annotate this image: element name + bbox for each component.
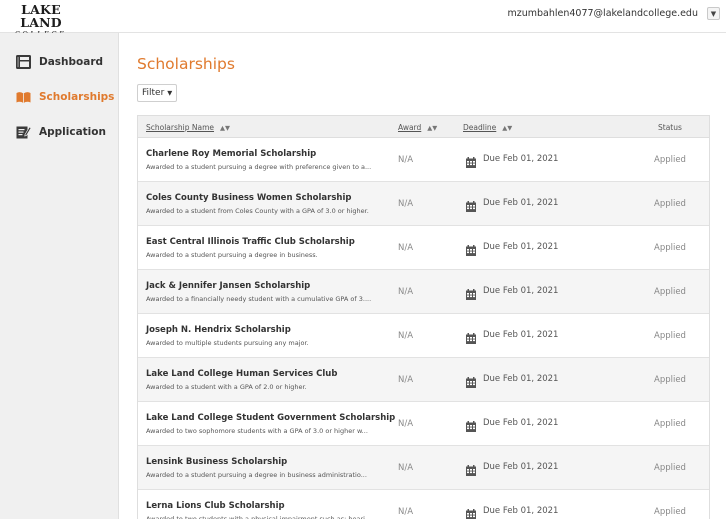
scholarship-name[interactable]: Lensink Business Scholarship [146,457,287,467]
deadline-value: Due Feb 01, 2021 [483,330,559,340]
open-book-icon [16,92,31,103]
scholarship-name[interactable]: Lerna Lions Club Scholarship [146,501,285,511]
calendar-icon [466,373,476,388]
column-header-name[interactable]: Scholarship Name ▲︎▼︎ [146,123,230,132]
column-label: Scholarship Name [146,123,215,132]
calendar-icon [466,153,476,168]
sidebar-item-dashboard[interactable]: Dashboard [0,45,119,79]
table-header: Scholarship Name ▲︎▼︎ Award ▲︎▼︎ Deadline ▲… [138,116,709,138]
caret-down-icon[interactable]: ▼ [707,7,720,20]
scholarship-description: Awarded to a student pursuing a degree w… [146,163,372,171]
deadline-value: Due Feb 01, 2021 [483,374,559,384]
edit-document-icon [16,126,31,139]
scholarship-description: Awarded to a student with a GPA of 2.0 o… [146,383,307,391]
status-value: Applied [654,243,686,253]
scholarship-description: Awarded to a student pursuing a degree i… [146,471,367,479]
table-row[interactable]: Lensink Business Scholarship Awarded to a… [138,446,709,490]
deadline-value: Due Feb 01, 2021 [483,286,559,296]
status-value: Applied [654,507,686,517]
award-value: N/A [398,243,414,253]
status-value: Applied [654,331,686,341]
column-label: Award [398,123,422,132]
college-logo[interactable]: LAKE LAND COLLEGE [10,2,72,38]
column-label: Deadline [463,123,497,132]
status-value: Applied [654,419,686,429]
table-row[interactable]: Charlene Roy Memorial Scholarship Awarded… [138,138,709,182]
calendar-icon [466,461,476,476]
sort-icon: ▲︎▼︎ [220,124,231,132]
calendar-icon [466,329,476,344]
deadline-value: Due Feb 01, 2021 [483,198,559,208]
sidebar: Dashboard Scholarships Application [0,33,119,519]
award-value: N/A [398,287,414,297]
filter-label: Filter [142,88,165,98]
status-value: Applied [654,287,686,297]
scholarships-table: Scholarship Name ▲︎▼︎ Award ▲︎▼︎ Deadline ▲… [137,115,710,519]
award-value: N/A [398,419,414,429]
scholarship-description: Awarded to a financially needy student w… [146,295,372,303]
column-header-status: Status [658,123,682,132]
award-value: N/A [398,507,414,517]
table-row[interactable]: Joseph N. Hendrix Scholarship Awarded to … [138,314,709,358]
sidebar-item-label: Application [39,126,106,138]
scholarship-description: Awarded to a student pursuing a degree i… [146,251,318,259]
top-header: LAKE LAND COLLEGE mzumbahlen4077@lakelan… [0,0,726,38]
calendar-icon [466,285,476,300]
status-value: Applied [654,375,686,385]
sort-icon: ▲︎▼︎ [427,124,438,132]
deadline-value: Due Feb 01, 2021 [483,462,559,472]
status-value: Applied [654,199,686,209]
status-value: Applied [654,463,686,473]
table-row[interactable]: East Central Illinois Traffic Club Schol… [138,226,709,270]
scholarship-name[interactable]: Jack & Jennifer Jansen Scholarship [146,281,310,291]
table-row[interactable]: Lake Land College Human Services Club Awa… [138,358,709,402]
column-header-deadline[interactable]: Deadline ▲︎▼︎ [463,123,512,132]
page-title: Scholarships [137,55,235,73]
scholarship-name[interactable]: Lake Land College Human Services Club [146,369,337,379]
scholarship-name[interactable]: East Central Illinois Traffic Club Schol… [146,237,355,247]
filter-button[interactable]: Filter ▼ [137,84,178,102]
logo-wordmark: LAKE LAND [20,2,62,30]
table-row[interactable]: Jack & Jennifer Jansen Scholarship Awarde… [138,270,709,314]
award-value: N/A [398,199,414,209]
scholarship-description: Awarded to two students with a physical … [146,515,372,519]
award-value: N/A [398,155,414,165]
table-row[interactable]: Lerna Lions Club Scholarship Awarded to t… [138,490,709,519]
table-row[interactable]: Coles County Business Women Scholarship A… [138,182,709,226]
scholarship-description: Awarded to multiple students pursuing an… [146,339,309,347]
sidebar-item-label: Dashboard [39,56,104,68]
deadline-value: Due Feb 01, 2021 [483,154,559,164]
sort-icon: ▲︎▼︎ [502,124,513,132]
scholarship-name[interactable]: Joseph N. Hendrix Scholarship [146,325,291,335]
scholarship-name[interactable]: Charlene Roy Memorial Scholarship [146,149,316,159]
calendar-icon [466,241,476,256]
deadline-value: Due Feb 01, 2021 [483,242,559,252]
caret-down-icon: ▼ [167,89,173,97]
deadline-value: Due Feb 01, 2021 [483,506,559,516]
column-header-award[interactable]: Award ▲︎▼︎ [398,123,437,132]
scholarship-name[interactable]: Lake Land College Student Government Sch… [146,413,395,423]
award-value: N/A [398,375,414,385]
deadline-value: Due Feb 01, 2021 [483,418,559,428]
scholarship-name[interactable]: Coles County Business Women Scholarship [146,193,351,203]
award-value: N/A [398,331,414,341]
award-value: N/A [398,463,414,473]
scholarship-description: Awarded to a student from Coles County w… [146,207,369,215]
sidebar-item-label: Scholarships [39,91,115,103]
sidebar-item-application[interactable]: Application [0,115,119,149]
calendar-icon [466,197,476,212]
scholarship-description: Awarded to two sophomore students with a… [146,427,368,435]
table-row[interactable]: Lake Land College Student Government Sch… [138,402,709,446]
calendar-icon [466,417,476,432]
status-value: Applied [654,155,686,165]
sidebar-item-scholarships[interactable]: Scholarships [0,80,119,114]
calendar-icon [466,505,476,519]
dashboard-icon [16,55,31,69]
user-email[interactable]: mzumbahlen4077@lakelandcollege.edu [507,8,698,19]
